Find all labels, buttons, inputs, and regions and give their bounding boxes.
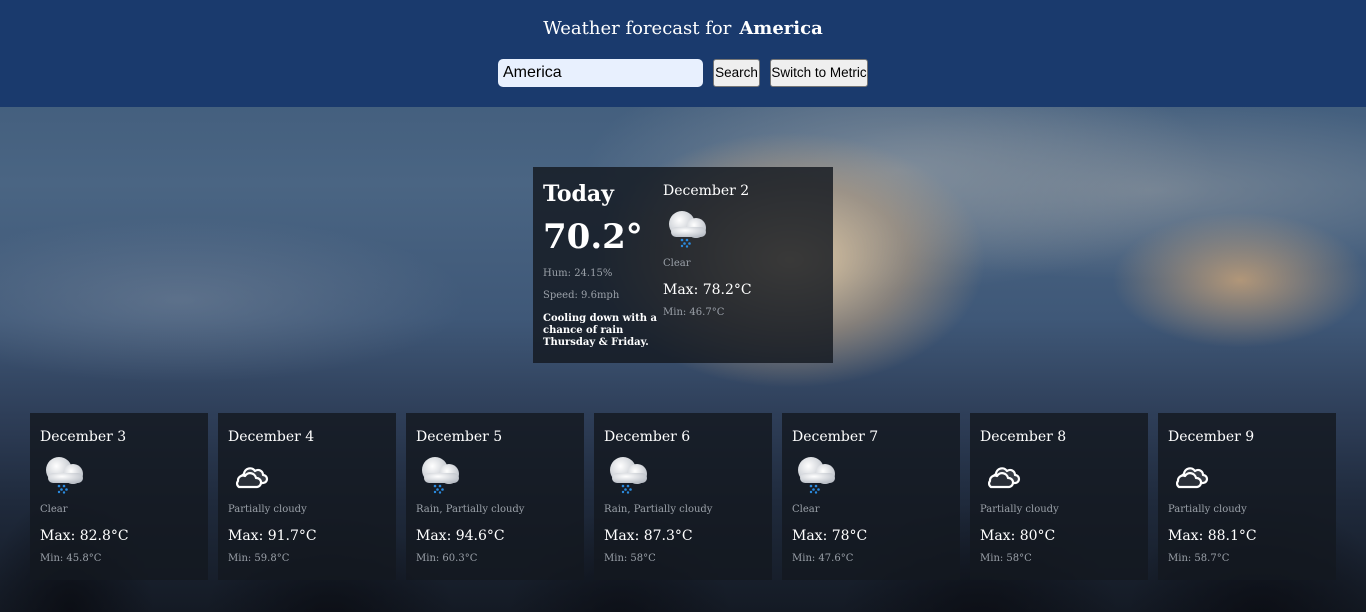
search-button[interactable]: Search — [713, 59, 760, 87]
forecast-max: Max: 78°C — [792, 528, 868, 544]
partly-cloudy-icon — [1175, 467, 1209, 489]
header-bar: Weather forecast for America Search Switc… — [0, 0, 1366, 107]
forecast-condition: Partially cloudy — [980, 504, 1059, 515]
forecast-min: Min: 58°C — [980, 553, 1032, 564]
forecast-card: December 7 Clear Max: 78°C Min: 47.6°C — [782, 413, 960, 580]
rain-cloud-icon — [610, 457, 647, 494]
forecast-card: December 8 Partially cloudy Max: 80°C Mi… — [970, 413, 1148, 580]
forecast-min: Min: 58.7°C — [1168, 553, 1230, 564]
forecast-condition: Partially cloudy — [228, 504, 307, 515]
forecast-max: Max: 78.2°C — [663, 282, 752, 298]
current-temperature: 70.2° — [543, 217, 643, 257]
forecast-condition: Clear — [663, 258, 691, 269]
wind-speed-text: Speed: 9.6mph — [543, 290, 620, 301]
forecast-card: December 4 Partially cloudy Max: 91.7°C … — [218, 413, 396, 580]
forecast-min: Min: 46.7°C — [663, 307, 725, 318]
switch-to-metric-button[interactable]: Switch to Metric — [770, 59, 868, 87]
search-input[interactable] — [498, 59, 703, 87]
title-location: America — [739, 18, 823, 39]
rain-cloud-icon — [669, 211, 706, 248]
forecast-max: Max: 80°C — [980, 528, 1056, 544]
partly-cloudy-icon — [235, 467, 269, 489]
forecast-condition: Clear — [40, 504, 68, 515]
forecast-min: Min: 45.8°C — [40, 553, 102, 564]
page-title: Weather forecast for America — [0, 18, 1366, 39]
forecast-max: Max: 91.7°C — [228, 528, 317, 544]
rain-cloud-icon — [46, 457, 83, 494]
forecast-date: December 2 — [663, 183, 750, 199]
forecast-date: December 6 — [604, 429, 691, 445]
forecast-min: Min: 58°C — [604, 553, 656, 564]
forecast-date: December 8 — [980, 429, 1067, 445]
forecast-date: December 7 — [792, 429, 879, 445]
forecast-card: December 9 Partially cloudy Max: 88.1°C … — [1158, 413, 1336, 580]
forecast-max: Max: 82.8°C — [40, 528, 129, 544]
forecast-condition: Rain, Partially cloudy — [416, 504, 525, 515]
forecast-card: December 6 Rain, Partially cloudy Max: 8… — [594, 413, 772, 580]
rain-cloud-icon — [798, 457, 835, 494]
forecast-min: Min: 47.6°C — [792, 553, 854, 564]
forecast-max: Max: 88.1°C — [1168, 528, 1257, 544]
forecast-max: Max: 87.3°C — [604, 528, 693, 544]
forecast-min: Min: 59.8°C — [228, 553, 290, 564]
forecast-min: Min: 60.3°C — [416, 553, 478, 564]
forecast-condition: Partially cloudy — [1168, 504, 1247, 515]
forecast-date: December 3 — [40, 429, 127, 445]
forecast-card: December 3 Clear Max: 82.8°C Min: 45.8°C — [30, 413, 208, 580]
today-panel: Today 70.2° Hum: 24.15% Speed: 9.6mph Co… — [533, 167, 833, 363]
forecast-date: December 4 — [228, 429, 315, 445]
forecast-date: December 9 — [1168, 429, 1255, 445]
forecast-description: Cooling down with a chance of rain Thurs… — [543, 313, 657, 348]
title-prefix: Weather forecast for — [543, 18, 732, 39]
today-heading: Today — [543, 181, 614, 207]
forecast-condition: Clear — [792, 504, 820, 515]
partly-cloudy-icon — [987, 467, 1021, 489]
forecast-card: December 5 Rain, Partially cloudy Max: 9… — [406, 413, 584, 580]
forecast-date: December 5 — [416, 429, 503, 445]
humidity-text: Hum: 24.15% — [543, 268, 613, 279]
rain-cloud-icon — [422, 457, 459, 494]
forecast-condition: Rain, Partially cloudy — [604, 504, 713, 515]
forecast-max: Max: 94.6°C — [416, 528, 505, 544]
